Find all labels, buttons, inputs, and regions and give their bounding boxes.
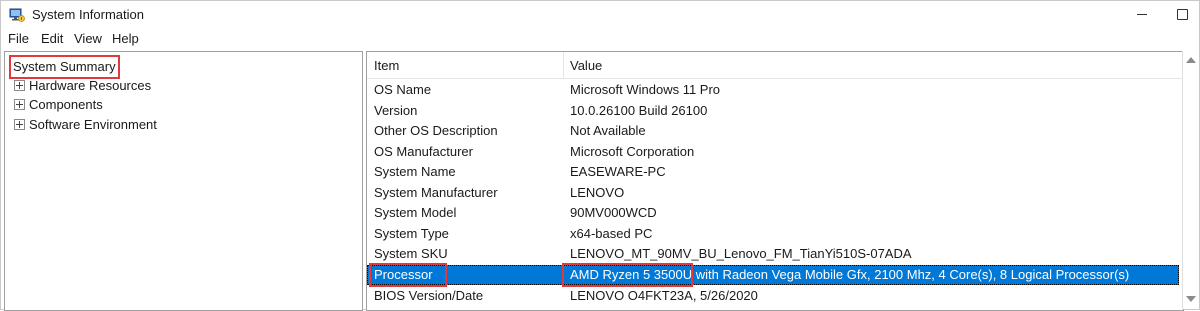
details-table: Item Value OS Name Microsoft Windows 11 … — [366, 51, 1184, 311]
column-header-value[interactable]: Value — [570, 58, 602, 73]
cell-value: LENOVO_MT_90MV_BU_Lenovo_FM_TianYi510S-0… — [570, 246, 912, 261]
plus-expander-icon[interactable] — [14, 99, 25, 111]
table-row[interactable]: BIOS Version/Date LENOVO O4FKT23A, 5/26/… — [367, 286, 1179, 306]
menu-bar: File Edit View Help — [1, 29, 1199, 49]
plus-expander-icon[interactable] — [14, 119, 25, 131]
table-header: Item Value — [367, 52, 1183, 79]
window-title: System Information — [32, 7, 144, 22]
table-row[interactable]: System Type x64-based PC — [367, 224, 1179, 244]
system-information-icon — [9, 8, 25, 22]
table-row[interactable]: System Name EASEWARE-PC — [367, 162, 1179, 182]
cell-value: 90MV000WCD — [570, 205, 657, 220]
cell-item: System Manufacturer — [374, 185, 498, 200]
cell-item: System Name — [374, 164, 456, 179]
table-row[interactable]: OS Manufacturer Microsoft Corporation — [367, 142, 1179, 162]
scroll-up-arrow-icon[interactable] — [1186, 57, 1196, 63]
maximize-button[interactable] — [1163, 1, 1200, 29]
cell-item: System Type — [374, 226, 449, 241]
table-row[interactable]: Other OS Description Not Available — [367, 121, 1179, 141]
tree-item-label: Components — [29, 97, 103, 112]
table-row[interactable]: System Manufacturer LENOVO — [367, 183, 1179, 203]
cell-value: LENOVO O4FKT23A, 5/26/2020 — [570, 288, 758, 303]
tree-item-components[interactable]: Components — [14, 95, 103, 115]
minimize-button[interactable] — [1123, 1, 1163, 29]
cell-value: Not Available — [570, 123, 646, 138]
plus-expander-icon[interactable] — [14, 80, 25, 92]
table-row-selected[interactable]: Processor AMD Ryzen 5 3500U with Radeon … — [367, 265, 1179, 285]
table-row[interactable]: OS Name Microsoft Windows 11 Pro — [367, 80, 1179, 100]
title-bar: System Information — [1, 1, 1199, 29]
app-window: System Information File Edit View Help S… — [0, 0, 1200, 311]
category-tree: System Summary Hardware Resources Compon… — [4, 51, 363, 311]
cell-value: LENOVO — [570, 185, 625, 200]
tree-item-label: Hardware Resources — [29, 78, 152, 93]
vertical-scrollbar[interactable] — [1182, 51, 1199, 309]
menu-view[interactable]: View — [74, 31, 102, 46]
column-header-item[interactable]: Item — [374, 58, 399, 73]
cell-item: Other OS Description — [374, 123, 498, 138]
maximize-icon — [1177, 9, 1188, 20]
menu-file[interactable]: File — [8, 31, 29, 46]
menu-edit[interactable]: Edit — [41, 31, 63, 46]
table-row[interactable]: System Model 90MV000WCD — [367, 203, 1179, 223]
tree-item-label: Software Environment — [29, 117, 157, 132]
cell-value: x64-based PC — [570, 226, 653, 241]
column-divider[interactable] — [563, 52, 564, 78]
cell-item: BIOS Version/Date — [374, 288, 484, 303]
cell-value: 10.0.26100 Build 26100 — [570, 103, 708, 118]
table-row[interactable]: Version 10.0.26100 Build 26100 — [367, 101, 1179, 121]
cell-item: OS Manufacturer — [374, 144, 473, 159]
cell-value: Microsoft Corporation — [570, 144, 695, 159]
table-row[interactable]: System SKU LENOVO_MT_90MV_BU_Lenovo_FM_T… — [367, 244, 1179, 264]
menu-help[interactable]: Help — [112, 31, 139, 46]
cell-value: EASEWARE-PC — [570, 164, 666, 179]
cell-value: AMD Ryzen 5 3500U with Radeon Vega Mobil… — [570, 267, 1130, 282]
tree-item-software-environment[interactable]: Software Environment — [14, 115, 157, 135]
scroll-down-arrow-icon[interactable] — [1186, 296, 1196, 302]
cell-item: Version — [374, 103, 418, 118]
cell-item: System Model — [374, 205, 457, 220]
minimize-icon — [1137, 14, 1147, 15]
tree-item-hardware-resources[interactable]: Hardware Resources — [14, 76, 151, 96]
cell-item: OS Name — [374, 82, 432, 97]
cell-item: System SKU — [374, 246, 448, 261]
cell-value: Microsoft Windows 11 Pro — [570, 82, 721, 97]
cell-item: Processor — [374, 267, 433, 282]
